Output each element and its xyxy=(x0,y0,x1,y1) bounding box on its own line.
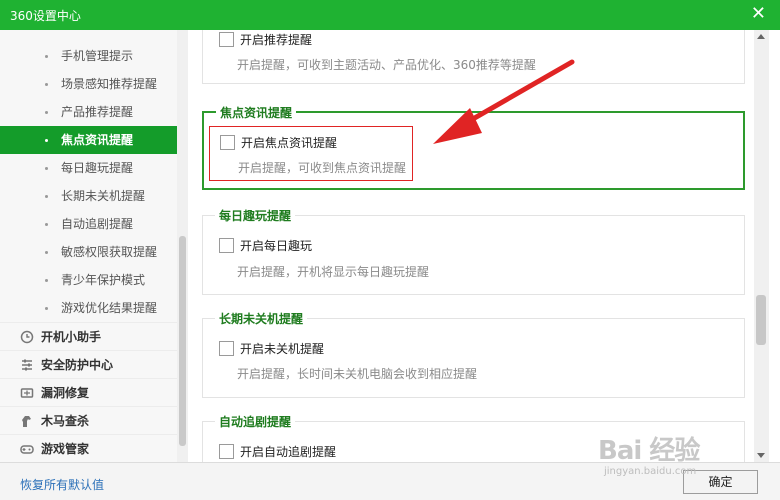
gamepad-icon xyxy=(20,445,34,454)
horse-icon xyxy=(22,416,31,427)
settings-group-auto-drama: 自动追剧提醒 开启自动追剧提醒 xyxy=(202,413,745,462)
sidebar-item-teen-mode[interactable]: 青少年保护模式 xyxy=(0,266,187,294)
sidebar-item-sensitive-permission[interactable]: 敏感权限获取提醒 xyxy=(0,238,187,266)
sidebar-item-label: 敏感权限获取提醒 xyxy=(61,245,158,259)
sidebar-item-label: 漏洞修复 xyxy=(41,386,90,400)
sidebar: 手机管理提示 场景感知推荐提醒 产品推荐提醒 焦点资讯提醒 每日趣玩提醒 长期未… xyxy=(0,30,188,462)
sidebar-item-label: 焦点资讯提醒 xyxy=(61,133,134,147)
sidebar-scrollbar[interactable] xyxy=(177,30,188,462)
group-legend: 自动追剧提醒 xyxy=(215,413,296,430)
group-legend: 每日趣玩提醒 xyxy=(215,207,296,224)
sidebar-item-daily-fun[interactable]: 每日趣玩提醒 xyxy=(0,154,187,182)
sidebar-item-security-center[interactable]: 安全防护中心 xyxy=(0,350,187,378)
scroll-up-icon[interactable] xyxy=(757,34,765,39)
sidebar-item-label: 木马查杀 xyxy=(41,414,90,428)
sidebar-item-label: 场景感知推荐提醒 xyxy=(61,77,158,91)
sliders-icon xyxy=(22,359,32,371)
group-legend: 长期未关机提醒 xyxy=(215,310,308,327)
sidebar-item-label: 安全防护中心 xyxy=(41,358,114,372)
bullet-icon xyxy=(45,139,48,142)
sidebar-item-label: 游戏管家 xyxy=(41,442,90,456)
sidebar-item-trojan-scan[interactable]: 木马查杀 xyxy=(0,406,187,434)
clock-icon xyxy=(20,330,34,344)
sidebar-item-label: 每日趣玩提醒 xyxy=(61,161,134,175)
group-legend: 焦点资讯提醒 xyxy=(216,104,297,121)
scroll-down-icon[interactable] xyxy=(757,453,765,458)
option-label: 开启未关机提醒 xyxy=(240,342,325,356)
option-description: 开启提醒，可收到焦点资讯提醒 xyxy=(238,161,407,175)
sidebar-item-label: 手机管理提示 xyxy=(61,49,134,63)
long-uptime-checkbox[interactable] xyxy=(219,341,234,356)
bullet-icon xyxy=(45,167,48,170)
bullet-icon xyxy=(45,279,48,282)
window-title: 360设置中心 xyxy=(10,9,81,23)
option-description: 开启提醒，长时间未关机电脑会收到相应提醒 xyxy=(237,367,478,381)
sidebar-item-scene-recommend[interactable]: 场景感知推荐提醒 xyxy=(0,70,187,98)
sidebar-scroll-thumb[interactable] xyxy=(179,236,186,446)
restore-defaults-link[interactable]: 恢复所有默认值 xyxy=(20,476,104,493)
focus-news-checkbox[interactable] xyxy=(220,135,235,150)
content-scroll-thumb[interactable] xyxy=(756,295,766,345)
sidebar-item-label: 长期未关机提醒 xyxy=(61,189,146,203)
bullet-icon xyxy=(45,83,48,86)
settings-group-daily-fun: 每日趣玩提醒 开启每日趣玩 开启提醒，开机将显示每日趣玩提醒 xyxy=(202,207,745,295)
bullet-icon xyxy=(45,307,48,310)
sidebar-item-phone-manage[interactable]: 手机管理提示 xyxy=(0,42,187,70)
sidebar-item-product-recommend[interactable]: 产品推荐提醒 xyxy=(0,98,187,126)
sidebar-item-label: 游戏优化结果提醒 xyxy=(61,301,158,315)
daily-fun-checkbox[interactable] xyxy=(219,238,234,253)
bullet-icon xyxy=(45,251,48,254)
sidebar-item-game-optimize[interactable]: 游戏优化结果提醒 xyxy=(0,294,187,322)
sidebar-item-label: 产品推荐提醒 xyxy=(61,105,134,119)
patch-icon xyxy=(20,388,34,398)
footer-bar: 恢复所有默认值 确定 xyxy=(0,462,780,500)
sidebar-item-game-manager[interactable]: 游戏管家 xyxy=(0,434,187,462)
option-label: 开启自动追剧提醒 xyxy=(240,445,337,459)
bullet-icon xyxy=(45,111,48,114)
sidebar-item-vuln-fix[interactable]: 漏洞修复 xyxy=(0,378,187,406)
sidebar-item-label: 青少年保护模式 xyxy=(61,273,146,287)
auto-drama-checkbox[interactable] xyxy=(219,444,234,459)
sidebar-item-label: 开机小助手 xyxy=(41,330,102,344)
content-scrollbar[interactable] xyxy=(754,30,769,462)
settings-group-focus-news: 焦点资讯提醒 开启焦点资讯提醒 开启提醒，可收到焦点资讯提醒 xyxy=(202,104,745,190)
sidebar-item-partial[interactable] xyxy=(0,30,187,42)
sidebar-item-auto-drama[interactable]: 自动追剧提醒 xyxy=(0,210,187,238)
option-description: 开启提醒，可收到主题活动、产品优化、360推荐等提醒 xyxy=(237,58,536,72)
settings-group-long-uptime: 长期未关机提醒 开启未关机提醒 开启提醒，长时间未关机电脑会收到相应提醒 xyxy=(202,310,745,398)
option-label: 开启推荐提醒 xyxy=(240,33,313,47)
bullet-icon xyxy=(45,223,48,226)
bullet-icon xyxy=(45,55,48,58)
option-label: 开启每日趣玩 xyxy=(240,239,313,253)
title-bar: 360设置中心 ✕ xyxy=(0,0,780,30)
sidebar-item-boot-assistant[interactable]: 开机小助手 xyxy=(0,322,187,350)
option-label: 开启焦点资讯提醒 xyxy=(241,136,338,150)
option-description: 开启提醒，开机将显示每日趣玩提醒 xyxy=(237,265,430,279)
ok-button[interactable]: 确定 xyxy=(683,470,758,494)
sidebar-item-focus-news[interactable]: 焦点资讯提醒 xyxy=(0,126,187,154)
bullet-icon xyxy=(45,195,48,198)
settings-content: 开启推荐提醒 开启提醒，可收到主题活动、产品优化、360推荐等提醒 焦点资讯提醒… xyxy=(188,30,754,462)
close-icon[interactable]: ✕ xyxy=(751,4,766,24)
sidebar-item-long-uptime[interactable]: 长期未关机提醒 xyxy=(0,182,187,210)
settings-group-recommend: 开启推荐提醒 开启提醒，可收到主题活动、产品优化、360推荐等提醒 xyxy=(202,30,745,84)
sidebar-item-label: 自动追剧提醒 xyxy=(61,217,134,231)
recommend-checkbox[interactable] xyxy=(219,32,234,47)
